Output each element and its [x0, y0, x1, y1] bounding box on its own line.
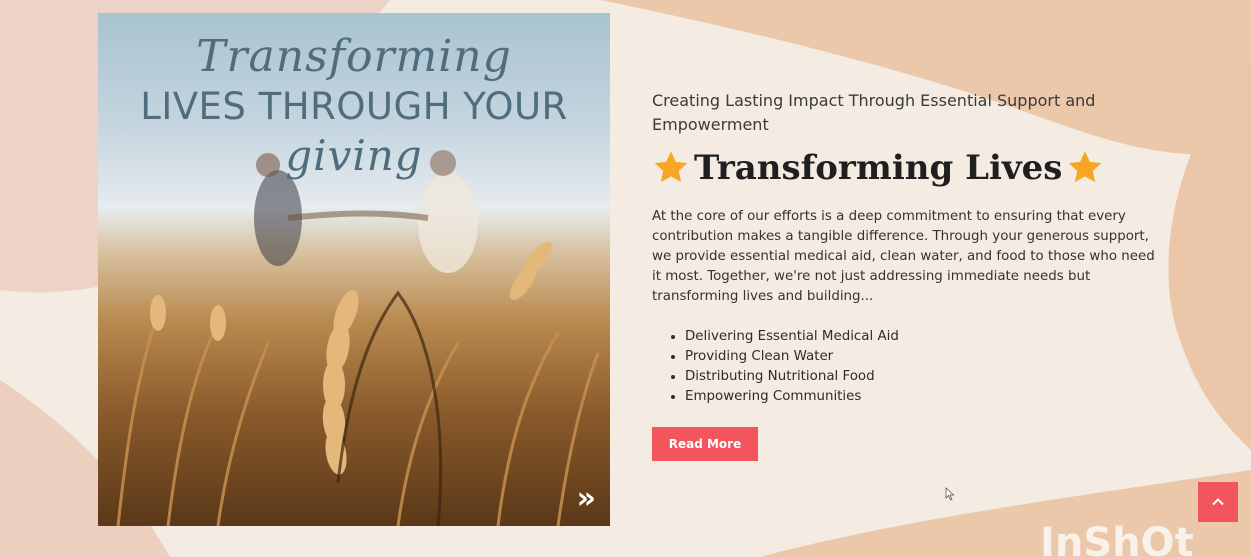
section-subtitle: Creating Lasting Impact Through Essentia… — [652, 91, 1096, 134]
scroll-to-top-button[interactable] — [1198, 482, 1238, 522]
image-caps-heading: LIVES THROUGH YOUR — [140, 85, 568, 128]
image-script-subheading: giving — [285, 131, 423, 180]
image-script-heading: Transforming — [196, 31, 512, 82]
list-item: Empowering Communities — [685, 387, 1172, 407]
list-item: Providing Clean Water — [685, 347, 1172, 367]
watermark-text: InShOt — [1040, 522, 1194, 557]
read-more-button[interactable]: Read More — [652, 427, 758, 461]
hero-image: Transforming LIVES THROUGH YOUR giving » — [98, 13, 610, 526]
mouse-cursor-icon — [945, 487, 955, 501]
section-body: At the core of our efforts is a deep com… — [652, 209, 1155, 304]
double-chevron-right-icon[interactable]: » — [577, 481, 596, 516]
section-title: Transforming Lives — [694, 148, 1063, 188]
feature-list: Delivering Essential Medical Aid Providi… — [652, 327, 1172, 407]
chevron-up-icon — [1212, 498, 1224, 506]
list-item: Distributing Nutritional Food — [685, 367, 1172, 387]
inshot-watermark: InShOt — [1040, 522, 1194, 557]
list-item: Delivering Essential Medical Aid — [685, 327, 1172, 347]
content-section: Creating Lasting Impact Through Essentia… — [652, 89, 1172, 461]
title-row: Transforming Lives — [652, 145, 1172, 191]
star-icon — [654, 151, 688, 183]
star-icon — [1069, 151, 1102, 183]
